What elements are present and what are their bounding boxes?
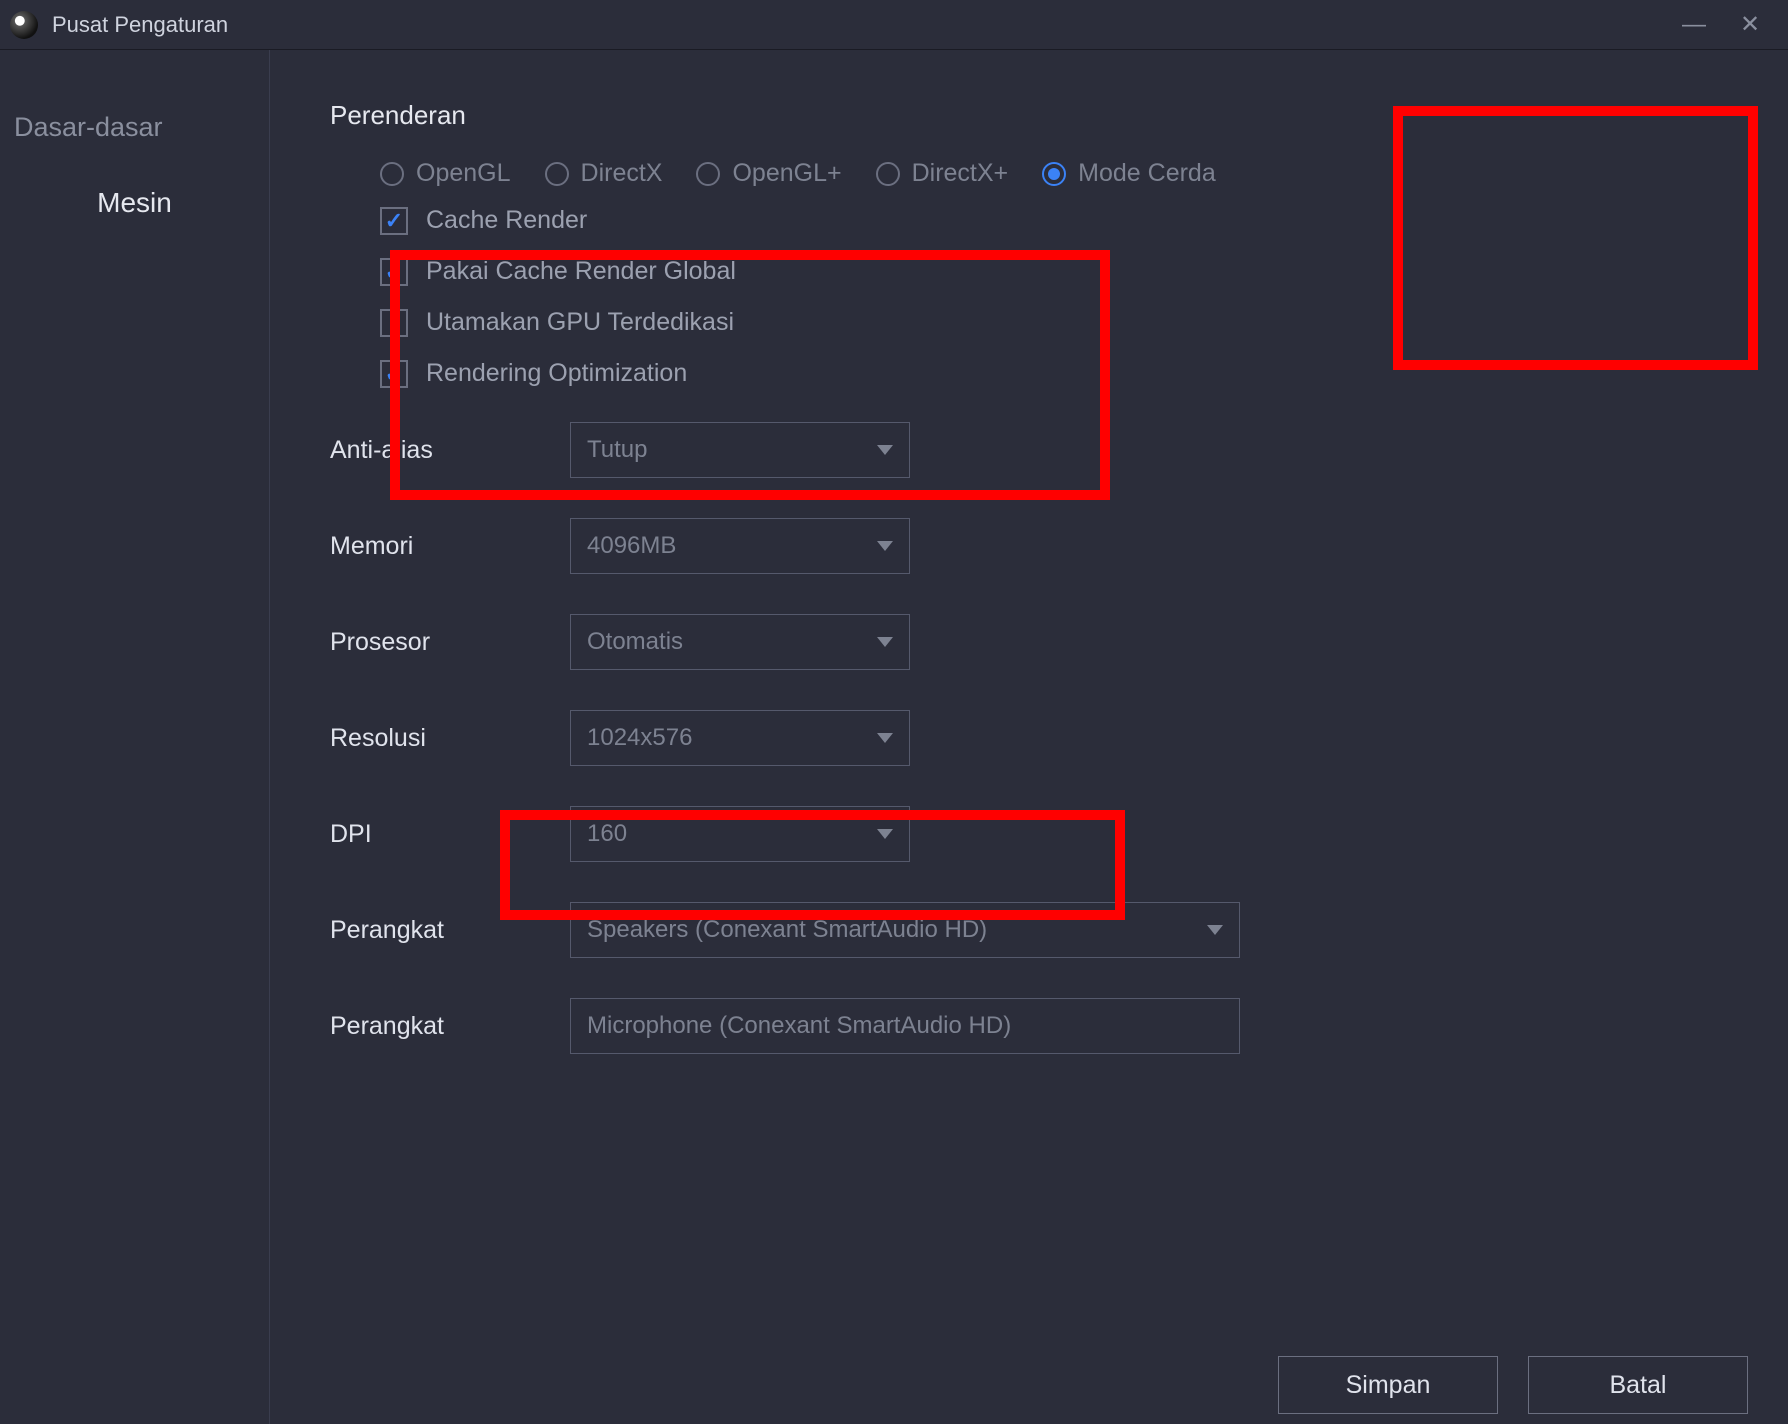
input-device-in[interactable]: Microphone (Conexant SmartAudio HD) — [570, 998, 1240, 1054]
check-dedicated-gpu[interactable]: Utamakan GPU Terdedikasi — [380, 308, 1748, 337]
radio-label: DirectX — [581, 159, 663, 188]
radio-directx[interactable]: DirectX — [545, 159, 663, 188]
save-button[interactable]: Simpan — [1278, 1356, 1498, 1414]
radio-dot-icon — [876, 162, 900, 186]
dropdown-value: 4096MB — [587, 532, 676, 560]
dropdown-value: 1024x576 — [587, 724, 692, 752]
label-dpi: DPI — [330, 820, 570, 849]
section-title-rendering: Perenderan — [330, 100, 1748, 131]
label-processor: Prosesor — [330, 628, 570, 657]
radio-label: DirectX+ — [912, 159, 1009, 188]
titlebar: Pusat Pengaturan — ✕ — [0, 0, 1788, 50]
label-resolution: Resolusi — [330, 724, 570, 753]
sidebar-item-mesin[interactable]: Mesin — [0, 165, 269, 241]
chevron-down-icon — [877, 541, 893, 551]
label-antialias: Anti-alias — [330, 436, 570, 465]
footer-buttons: Simpan Batal — [1278, 1356, 1748, 1424]
check-cache-render[interactable]: Cache Render — [380, 206, 1748, 235]
radio-directxplus[interactable]: DirectX+ — [876, 159, 1009, 188]
label-memory: Memori — [330, 532, 570, 561]
check-render-optimization[interactable]: Rendering Optimization — [380, 359, 1748, 388]
chevron-down-icon — [877, 637, 893, 647]
check-global-cache[interactable]: Pakai Cache Render Global — [380, 257, 1748, 286]
dropdown-value: 160 — [587, 820, 627, 848]
chevron-down-icon — [877, 733, 893, 743]
radio-label: OpenGL — [416, 159, 511, 188]
radio-label: Mode Cerda — [1078, 159, 1216, 188]
radio-openglplus[interactable]: OpenGL+ — [696, 159, 841, 188]
sidebar-item-dasar[interactable]: Dasar-dasar — [0, 90, 269, 165]
dropdown-resolution[interactable]: 1024x576 — [570, 710, 910, 766]
radio-dot-icon — [545, 162, 569, 186]
checkbox-icon — [380, 258, 408, 286]
radio-dot-icon — [380, 162, 404, 186]
content-panel: Perenderan OpenGL DirectX OpenGL+ Direct… — [270, 50, 1788, 1424]
dropdown-value: Otomatis — [587, 628, 683, 656]
radio-dot-icon — [696, 162, 720, 186]
checkbox-icon — [380, 360, 408, 388]
check-label: Rendering Optimization — [426, 359, 687, 388]
minimize-button[interactable]: — — [1666, 11, 1722, 39]
checkbox-icon — [380, 207, 408, 235]
label-device-in: Perangkat — [330, 1012, 570, 1041]
check-label: Utamakan GPU Terdedikasi — [426, 308, 734, 337]
chevron-down-icon — [877, 829, 893, 839]
dropdown-memory[interactable]: 4096MB — [570, 518, 910, 574]
checkbox-icon — [380, 309, 408, 337]
radio-dot-icon — [1042, 162, 1066, 186]
dropdown-dpi[interactable]: 160 — [570, 806, 910, 862]
render-checks: Cache Render Pakai Cache Render Global U… — [330, 206, 1748, 388]
check-label: Cache Render — [426, 206, 587, 235]
sidebar: Dasar-dasar Mesin — [0, 50, 270, 1424]
render-mode-row: OpenGL DirectX OpenGL+ DirectX+ Mode Cer… — [330, 159, 1748, 188]
chevron-down-icon — [1207, 925, 1223, 935]
input-value: Microphone (Conexant SmartAudio HD) — [587, 1012, 1011, 1040]
radio-mode-cerdas[interactable]: Mode Cerda — [1042, 159, 1216, 188]
dropdown-device-out[interactable]: Speakers (Conexant SmartAudio HD) — [570, 902, 1240, 958]
app-icon — [10, 11, 38, 39]
cancel-button[interactable]: Batal — [1528, 1356, 1748, 1414]
dropdown-value: Speakers (Conexant SmartAudio HD) — [587, 916, 987, 944]
radio-label: OpenGL+ — [732, 159, 841, 188]
check-label: Pakai Cache Render Global — [426, 257, 736, 286]
window-title: Pusat Pengaturan — [52, 12, 228, 38]
radio-opengl[interactable]: OpenGL — [380, 159, 511, 188]
label-device-out: Perangkat — [330, 916, 570, 945]
dropdown-processor[interactable]: Otomatis — [570, 614, 910, 670]
chevron-down-icon — [877, 445, 893, 455]
dropdown-antialias[interactable]: Tutup — [570, 422, 910, 478]
dropdown-value: Tutup — [587, 436, 647, 464]
close-button[interactable]: ✕ — [1722, 10, 1778, 39]
